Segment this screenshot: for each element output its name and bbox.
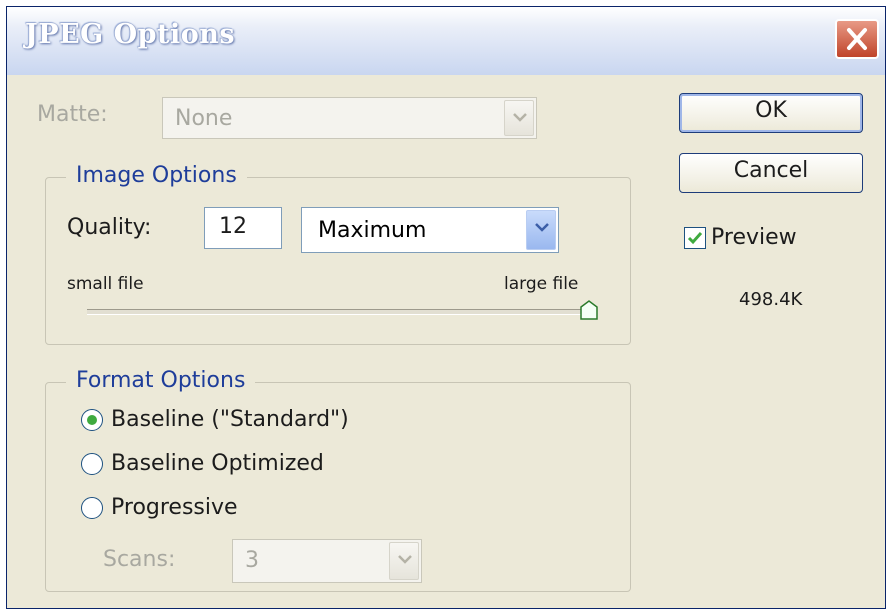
matte-dropdown-arrow[interactable] [504,100,534,136]
file-size-readout: 498.4K [739,289,803,310]
quality-preset-value: Maximum [318,218,427,243]
image-options-title: Image Options [66,163,247,188]
title-bar[interactable]: JPEG Options [7,7,885,75]
chevron-down-icon [535,223,549,232]
cancel-button-label: Cancel [733,158,809,183]
radio-baseline-standard-label[interactable]: Baseline ("Standard") [111,407,349,432]
dialog-title: JPEG Options [25,19,236,50]
ok-button-label: OK [755,98,787,123]
scans-value: 3 [245,548,259,573]
radio-selected-dot [87,415,97,425]
radio-baseline-standard[interactable] [81,409,103,431]
slider-min-label: small file [67,274,144,294]
radio-progressive-label[interactable]: Progressive [111,495,238,520]
radio-baseline-optimized-label[interactable]: Baseline Optimized [111,451,324,476]
quality-label: Quality: [67,215,152,240]
preview-label[interactable]: Preview [711,225,797,250]
jpeg-options-dialog: JPEG Options Matte: None Image Options Q… [6,6,886,609]
format-options-title: Format Options [66,368,256,393]
matte-label: Matte: [37,102,108,127]
quality-slider-thumb[interactable] [579,299,599,325]
quality-slider-track[interactable] [87,309,589,315]
slider-thumb-icon [580,300,598,320]
cancel-button[interactable]: Cancel [679,153,863,193]
chevron-down-icon [398,555,412,564]
quality-input[interactable]: 12 [204,207,282,249]
quality-preset-dropdown-arrow[interactable] [526,210,556,250]
ok-button[interactable]: OK [679,93,863,133]
chevron-down-icon [513,113,527,122]
image-options-group: Image Options [45,163,631,345]
scans-label: Scans: [103,547,176,572]
scans-select[interactable]: 3 [232,539,422,583]
matte-value: None [175,106,233,131]
close-icon [847,28,867,50]
check-icon [687,232,703,245]
close-button[interactable] [835,19,879,59]
matte-select[interactable]: None [162,97,537,139]
preview-checkbox[interactable] [684,227,706,249]
slider-max-label: large file [504,274,579,294]
radio-baseline-optimized[interactable] [81,453,103,475]
scans-dropdown-arrow[interactable] [389,542,419,580]
quality-value: 12 [219,214,247,239]
quality-preset-select[interactable]: Maximum [301,207,559,253]
radio-progressive[interactable] [81,497,103,519]
